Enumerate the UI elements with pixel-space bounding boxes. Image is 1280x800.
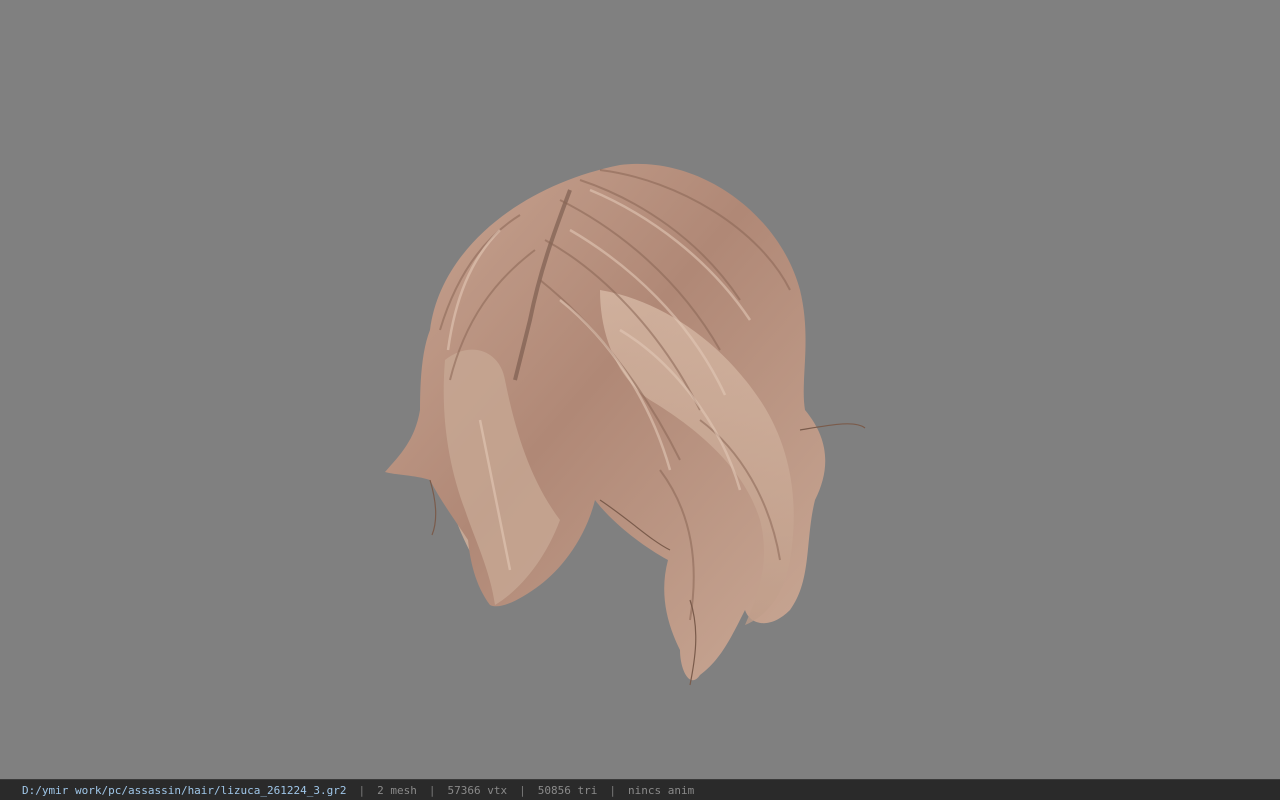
mesh-count: 2 mesh	[377, 783, 417, 797]
triangle-count: 50856 tri	[537, 783, 598, 797]
separator: |	[428, 783, 436, 797]
animation-status: nincs anim	[627, 783, 695, 797]
separator: |	[609, 783, 616, 797]
file-path-label: D:/ymir work/pc/assassin/hair/lizuca_261…	[22, 783, 347, 797]
status-bar: D:/ymir work/pc/assassin/hair/lizuca_261…	[0, 779, 1280, 800]
hair-model	[385, 163, 866, 686]
separator: |	[519, 783, 526, 797]
separator: |	[358, 783, 366, 797]
vertex-count: 57366 vtx	[447, 783, 508, 797]
3d-viewport[interactable]	[0, 0, 1280, 779]
